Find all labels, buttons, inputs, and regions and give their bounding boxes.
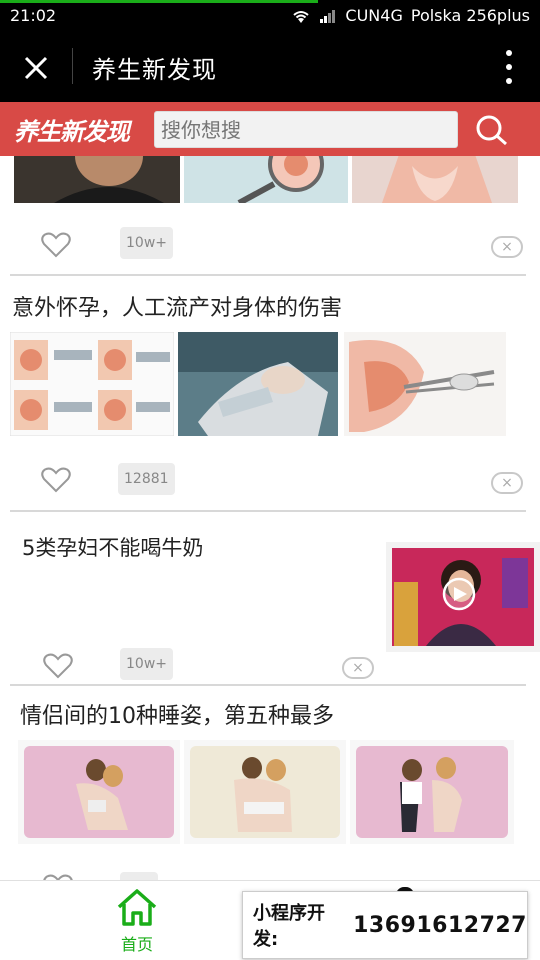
tab-home-label: 首页 (120, 935, 153, 954)
dismiss-button[interactable]: × (491, 236, 523, 258)
network-label: CUN4G (345, 6, 403, 25)
article-feed[interactable]: 10w+ × 意外怀孕，人工流产对身体的伤害 12881 × 5类孕妇不能喝牛奶… (0, 156, 540, 880)
article-title[interactable]: 5类孕妇不能喝牛奶 (22, 532, 203, 562)
status-time: 21:02 (10, 6, 57, 25)
video-thumbnail[interactable] (386, 542, 540, 652)
article-thumbnail[interactable] (184, 156, 348, 203)
ad-phone: 13691612727 (353, 912, 527, 938)
tab-home[interactable]: 首页 (110, 887, 164, 957)
article-thumbnail[interactable] (14, 156, 180, 203)
separator (10, 274, 526, 276)
close-icon[interactable] (18, 50, 54, 86)
article-thumbnail[interactable] (18, 740, 180, 844)
article-title[interactable]: 情侣间的10种睡姿，第五种最多 (20, 698, 334, 730)
search-header: 养生新发现 (0, 102, 540, 156)
ad-label: 小程序开发: (253, 903, 325, 950)
view-count-badge: 12881 (118, 463, 175, 495)
dismiss-button[interactable]: × (342, 657, 374, 679)
home-icon (117, 889, 157, 926)
heart-icon[interactable] (41, 467, 71, 493)
signal-icon (320, 9, 336, 23)
loading-progress-bar (0, 0, 318, 3)
close-icon: × (501, 239, 513, 255)
search-input[interactable] (154, 111, 458, 148)
bottom-nav: 首页 小程序开发: 13691612727 (0, 880, 540, 960)
close-icon: × (501, 475, 513, 491)
search-icon[interactable] (472, 112, 512, 148)
carrier-label: Polska 256plus (410, 6, 530, 25)
view-count-badge: 10w+ (120, 648, 173, 680)
dismiss-button[interactable]: × (491, 472, 523, 494)
article-thumbnail[interactable] (352, 156, 518, 203)
heart-icon[interactable] (41, 232, 71, 258)
view-count-badge: 10w+ (120, 227, 173, 259)
title-divider (72, 48, 73, 84)
heart-icon[interactable] (43, 653, 73, 679)
wifi-icon (293, 10, 310, 23)
article-thumbnail[interactable] (184, 740, 346, 844)
page-title: 养生新发现 (92, 56, 217, 84)
article-title[interactable]: 意外怀孕，人工流产对身体的伤害 (12, 290, 342, 322)
article-thumbnail[interactable] (178, 332, 338, 436)
separator (10, 684, 526, 686)
ad-banner[interactable]: 小程序开发: 13691612727 (242, 891, 528, 959)
app-logo: 养生新发现 (14, 117, 130, 146)
article-thumbnail[interactable] (344, 332, 506, 436)
status-bar: 21:02 CUN4G Polska 256plus (0, 0, 540, 30)
article-thumbnail[interactable] (10, 332, 174, 436)
view-count-badge (120, 872, 158, 880)
close-icon: × (352, 660, 364, 676)
title-bar: 养生新发现 (0, 30, 540, 102)
article-thumbnail[interactable] (350, 740, 514, 844)
more-vertical-icon[interactable] (504, 50, 514, 84)
separator (10, 510, 526, 512)
